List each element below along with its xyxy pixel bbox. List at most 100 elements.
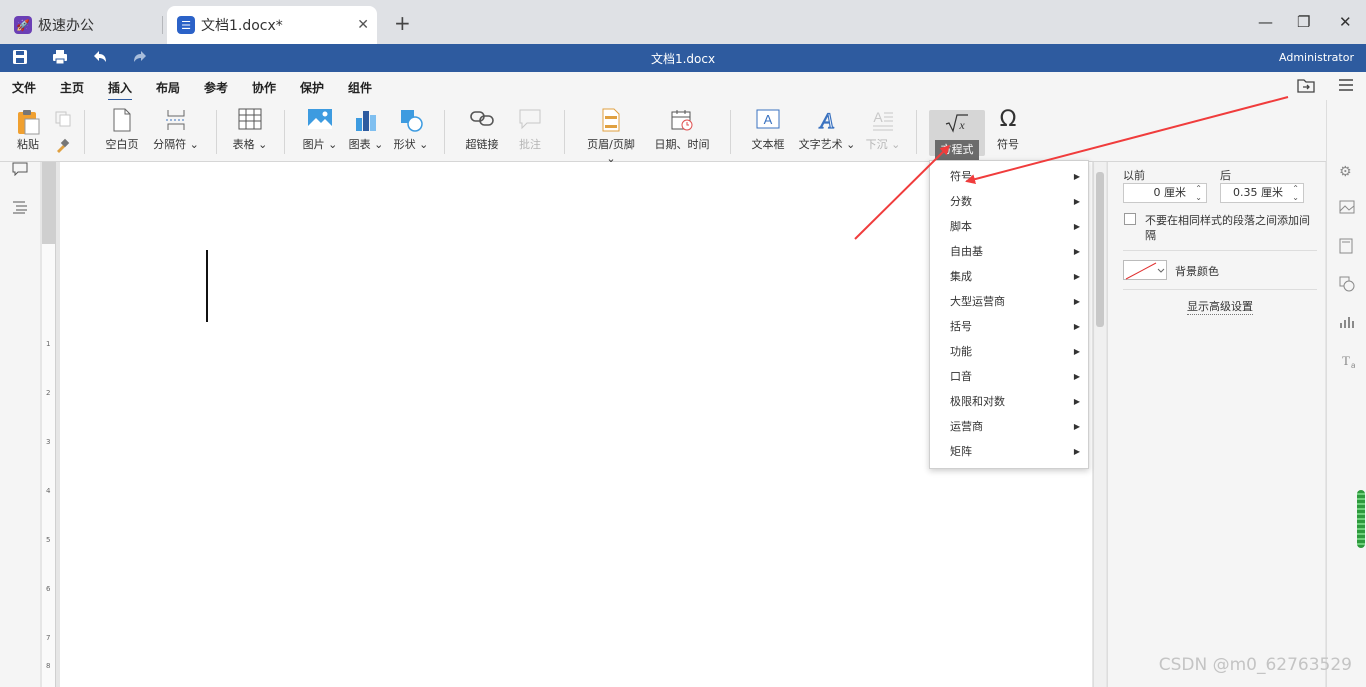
user-name[interactable]: Administrator — [1279, 51, 1354, 64]
table-button[interactable]: 表格 ⌄ — [232, 108, 268, 152]
textbox-icon: A — [755, 108, 781, 132]
submenu-arrow-icon: ▶ — [1073, 172, 1080, 181]
document-scrollbar[interactable] — [1093, 162, 1106, 687]
svg-text:a: a — [1351, 361, 1355, 370]
equation-menu-item[interactable]: 矩阵 ▶ — [930, 439, 1088, 464]
menu-collaborate[interactable]: 协作 — [252, 79, 276, 96]
equation-menu-item[interactable]: 括号 ▶ — [930, 314, 1088, 339]
link-icon — [469, 108, 495, 132]
ruler-tick: 8 — [46, 662, 51, 670]
hamburger-menu-icon[interactable] — [1338, 78, 1354, 96]
table-label: 表格 ⌄ — [232, 138, 268, 151]
no-space-checkbox[interactable] — [1124, 213, 1136, 225]
settings-icon[interactable]: ⚙ — [1339, 164, 1352, 180]
menu-layout[interactable]: 布局 — [156, 79, 180, 96]
equation-button[interactable]: x 方程式 ⌄ — [929, 110, 985, 171]
shape-button[interactable]: 形状 ⌄ — [392, 108, 430, 152]
svg-text:A: A — [764, 112, 773, 127]
close-window-button[interactable]: ✕ — [1339, 13, 1352, 31]
text-art-settings-icon[interactable]: Ta — [1339, 352, 1356, 374]
wordart-button[interactable]: A 文字艺术 ⌄ — [798, 107, 856, 152]
submenu-arrow-icon: ▶ — [1073, 347, 1080, 356]
background-color-label: 背景颜色 — [1175, 265, 1219, 278]
equation-menu-item[interactable]: 脚本 ▶ — [930, 214, 1088, 239]
insert-ribbon: 粘贴 空白页 分隔符 ⌄ 表格 ⌄ 图片 ⌄ 图表 ⌄ 形状 ⌄ 超链接 批注 … — [0, 100, 1366, 171]
vertical-ruler: 1 2 3 4 5 6 7 8 — [42, 162, 56, 687]
wordart-icon: A — [814, 107, 840, 133]
wordart-label: 文字艺术 ⌄ — [798, 138, 856, 151]
equation-menu-item[interactable]: 自由基 ▶ — [930, 239, 1088, 264]
open-location-icon[interactable] — [1297, 78, 1315, 98]
menu-plugins[interactable]: 组件 — [348, 79, 372, 96]
equation-dropdown-menu: 符号 ▶ 分数 ▶ 脚本 ▶ 自由基 ▶ 集成 ▶ 大型运营商 ▶ 括号 ▶ 功能 ▶ 口音 ▶ … — [929, 160, 1089, 469]
ruler-tick: 6 — [46, 585, 51, 593]
document-icon: ☰ — [177, 16, 195, 34]
submenu-arrow-icon: ▶ — [1073, 197, 1080, 206]
header-footer-icon — [598, 108, 624, 132]
chart-settings-icon[interactable] — [1339, 314, 1355, 334]
separator-button[interactable]: 分隔符 ⌄ — [152, 108, 200, 152]
spinner-arrows-icon[interactable]: ⌃ ⌄ — [1292, 184, 1299, 202]
submenu-arrow-icon: ▶ — [1073, 447, 1080, 456]
omega-icon: Ω — [999, 107, 1017, 132]
menu-home[interactable]: 主页 — [60, 79, 84, 96]
menu-file[interactable]: 文件 — [12, 79, 36, 96]
equation-menu-item[interactable]: 口音 ▶ — [930, 364, 1088, 389]
show-advanced-settings-link[interactable]: 显示高级设置 — [1187, 298, 1253, 315]
equation-menu-item[interactable]: 集成 ▶ — [930, 264, 1088, 289]
tab-separator — [162, 16, 163, 34]
comments-icon[interactable] — [12, 162, 28, 180]
spinner-arrows-icon[interactable]: ⌃ ⌄ — [1195, 184, 1202, 202]
rocket-icon: 🚀 — [14, 16, 32, 34]
bar-chart-icon — [353, 108, 379, 132]
equation-menu-item[interactable]: 运营商 ▶ — [930, 414, 1088, 439]
submenu-arrow-icon: ▶ — [1073, 297, 1080, 306]
dropcap-icon: A — [870, 108, 896, 132]
equation-menu-item[interactable]: 符号 ▶ — [930, 164, 1088, 189]
navigation-icon[interactable] — [12, 200, 28, 218]
left-toolbar — [0, 162, 40, 687]
ribbon-divider — [916, 110, 917, 154]
image-settings-icon[interactable] — [1339, 200, 1355, 218]
format-painter-icon[interactable] — [54, 138, 70, 157]
blank-page-icon — [109, 108, 135, 132]
blank-page-button[interactable]: 空白页 — [102, 108, 142, 152]
minimize-button[interactable]: — — [1258, 13, 1273, 31]
restore-button[interactable]: ❐ — [1297, 13, 1310, 31]
paste-button[interactable]: 粘贴 — [12, 108, 44, 152]
header-footer-button[interactable]: 页眉/页脚 ⌄ — [582, 108, 640, 165]
header-settings-icon[interactable] — [1339, 238, 1353, 258]
blank-page-label: 空白页 — [105, 138, 139, 151]
tab-document[interactable]: ☰ 文档1.docx* ✕ — [167, 6, 377, 44]
text-cursor — [206, 250, 208, 322]
close-tab-icon[interactable]: ✕ — [357, 17, 369, 33]
equation-menu-item[interactable]: 分数 ▶ — [930, 189, 1088, 214]
square-root-icon: x — [944, 112, 970, 136]
dropcap-button: A 下沉 ⌄ — [864, 108, 902, 152]
no-space-label-wrap: 隔 — [1145, 229, 1156, 242]
dropcap-label: 下沉 ⌄ — [865, 138, 901, 151]
ribbon-divider — [444, 110, 445, 154]
tab-app[interactable]: 🚀 极速办公 — [4, 6, 160, 44]
symbol-button[interactable]: Ω 符号 — [992, 108, 1024, 152]
equation-menu-item[interactable]: 极限和对数 ▶ — [930, 389, 1088, 414]
scrollbar-thumb[interactable] — [1096, 172, 1104, 327]
menu-insert[interactable]: 插入 — [108, 79, 133, 101]
ruler-tick: 3 — [46, 438, 51, 446]
spacing-after-input[interactable]: 0.35 厘米 ⌃ ⌄ — [1220, 183, 1304, 203]
shape-settings-icon[interactable] — [1339, 276, 1355, 296]
textbox-button[interactable]: A 文本框 — [748, 108, 788, 152]
menu-protect[interactable]: 保护 — [300, 79, 324, 96]
chart-button[interactable]: 图表 ⌄ — [348, 108, 384, 152]
ruler-tick: 2 — [46, 389, 51, 397]
hyperlink-button[interactable]: 超链接 — [462, 108, 502, 152]
picture-label: 图片 ⌄ — [302, 138, 338, 151]
background-color-picker[interactable] — [1123, 260, 1167, 280]
menu-references[interactable]: 参考 — [204, 79, 228, 96]
date-time-button[interactable]: 日期、时间 — [652, 108, 712, 152]
equation-menu-item[interactable]: 大型运营商 ▶ — [930, 289, 1088, 314]
spacing-before-input[interactable]: 0 厘米 ⌃ ⌄ — [1123, 183, 1207, 203]
picture-button[interactable]: 图片 ⌄ — [302, 108, 338, 152]
new-tab-button[interactable]: + — [394, 11, 411, 35]
equation-menu-item[interactable]: 功能 ▶ — [930, 339, 1088, 364]
